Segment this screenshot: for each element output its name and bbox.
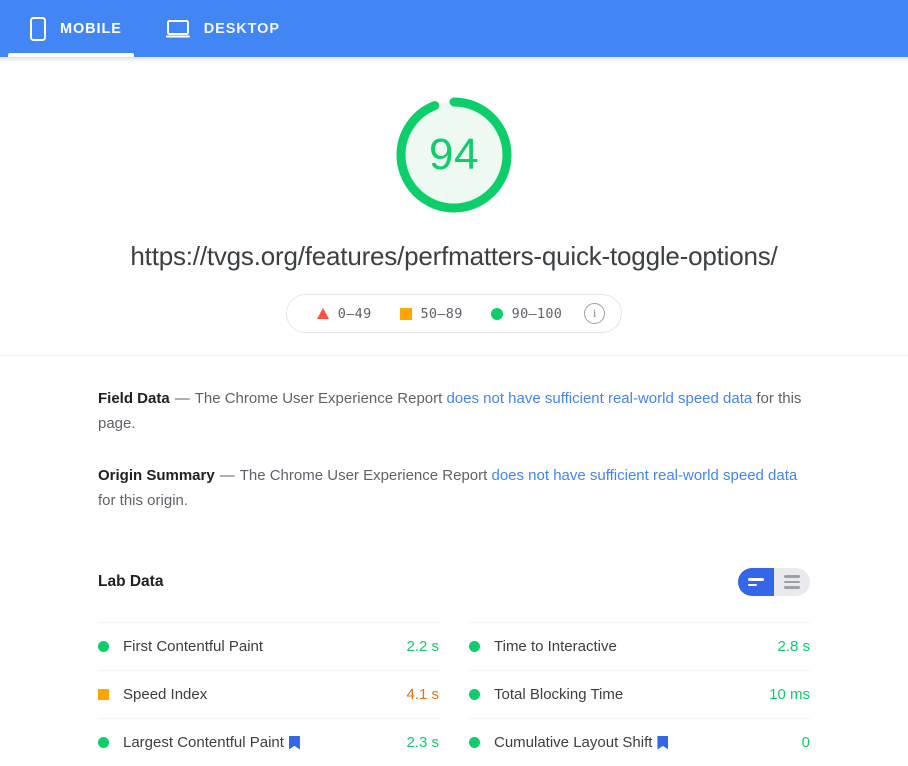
field-data-dash: —: [174, 390, 190, 407]
origin-summary-paragraph: Origin Summary — The Chrome User Experienc…: [98, 436, 810, 513]
tab-mobile[interactable]: MOBILE: [8, 0, 144, 57]
field-data-paragraph: Field Data — The Chrome User Experience Re…: [98, 356, 810, 436]
view-tabbar: MOBILE DESKTOP: [0, 0, 908, 57]
metric-name: First Contentful Paint: [123, 638, 264, 655]
legend-range-poor: 0–49: [337, 305, 372, 322]
toggle-compact-view[interactable]: [738, 568, 774, 596]
lab-data-header: Lab Data: [98, 568, 810, 596]
circle-icon: [490, 307, 503, 320]
metric-name: Largest Contentful Paint: [123, 734, 284, 751]
origin-summary-dash: —: [219, 467, 235, 484]
legend-item-poor: 0–49: [303, 306, 386, 322]
table-row[interactable]: Time to Interactive 2.8 s: [469, 622, 810, 670]
toggle-expanded-view[interactable]: [774, 568, 810, 596]
status-green-circle-icon: [469, 737, 480, 748]
table-row[interactable]: Largest Contentful Paint 2.3 s: [98, 718, 439, 766]
field-data-link[interactable]: does not have sufficient real-world spee…: [446, 390, 752, 407]
table-row[interactable]: Speed Index 4.1 s: [98, 670, 439, 718]
metric-name-wrap: Cumulative Layout Shift: [494, 734, 802, 751]
desktop-monitor-icon: [165, 19, 190, 39]
legend-range-good: 90–100: [511, 305, 563, 322]
lab-metrics-right-column: Time to Interactive 2.8 s Total Blocking…: [469, 622, 810, 766]
core-web-vital-flag-icon: [288, 735, 300, 750]
score-legend-wrap: 0–49 50–89 90–100 i: [0, 294, 908, 333]
core-web-vital-flag-icon: [657, 735, 669, 750]
mobile-phone-icon: [30, 16, 46, 41]
origin-summary-text-before: The Chrome User Experience Report: [239, 467, 488, 484]
square-icon: [399, 307, 412, 320]
legend-item-average: 50–89: [386, 306, 477, 322]
lab-data-view-toggle[interactable]: [738, 568, 810, 596]
lab-metrics: First Contentful Paint 2.2 s Speed Index…: [98, 622, 810, 766]
origin-summary-title: Origin Summary: [98, 467, 215, 484]
compact-list-icon: [748, 577, 764, 587]
active-tab-indicator: [8, 53, 134, 57]
origin-summary-link[interactable]: does not have sufficient real-world spee…: [491, 467, 797, 484]
metric-name: Total Blocking Time: [494, 686, 624, 703]
metric-value: 10 ms: [769, 686, 810, 703]
tab-mobile-label: MOBILE: [60, 20, 122, 37]
tab-desktop[interactable]: DESKTOP: [144, 0, 302, 57]
tab-desktop-label: DESKTOP: [203, 20, 280, 37]
triangle-icon: [316, 308, 329, 319]
table-row[interactable]: First Contentful Paint 2.2 s: [98, 622, 439, 670]
score-legend: 0–49 50–89 90–100 i: [285, 294, 623, 333]
metric-value: 4.1 s: [406, 686, 439, 703]
info-icon[interactable]: i: [584, 303, 606, 324]
status-green-circle-icon: [98, 641, 109, 652]
expanded-list-icon: [784, 575, 800, 589]
report-content: Field Data — The Chrome User Experience Re…: [0, 356, 908, 766]
status-green-circle-icon: [469, 641, 480, 652]
score-value: 94: [429, 130, 479, 179]
metric-value: 2.8 s: [777, 638, 810, 655]
metric-value: 0: [801, 734, 810, 751]
score-section: 94 https://tvgs.org/features/perfmatters…: [0, 62, 908, 356]
table-row[interactable]: Total Blocking Time 10 ms: [469, 670, 810, 718]
legend-range-average: 50–89: [420, 305, 463, 322]
metric-name: Speed Index: [123, 686, 208, 703]
legend-item-good: 90–100: [477, 306, 577, 322]
metric-name: Time to Interactive: [494, 638, 617, 655]
metric-name: Cumulative Layout Shift: [494, 734, 653, 751]
performance-score-gauge: 94: [388, 89, 520, 221]
status-orange-square-icon: [98, 689, 109, 700]
field-data-text-before: The Chrome User Experience Report: [194, 390, 443, 407]
field-data-title: Field Data: [98, 390, 170, 407]
lab-metrics-left-column: First Contentful Paint 2.2 s Speed Index…: [98, 622, 439, 766]
metric-value: 2.3 s: [406, 734, 439, 751]
table-row[interactable]: Cumulative Layout Shift 0: [469, 718, 810, 766]
lab-data-title: Lab Data: [98, 573, 164, 590]
score-gauge-wrap: 94: [0, 89, 908, 221]
metric-name-wrap: Largest Contentful Paint: [123, 734, 406, 751]
analyzed-url: https://tvgs.org/features/perfmatters-qu…: [130, 241, 778, 271]
metric-value: 2.2 s: [406, 638, 439, 655]
origin-summary-text-after: for this origin.: [98, 492, 189, 509]
status-green-circle-icon: [469, 689, 480, 700]
status-green-circle-icon: [98, 737, 109, 748]
